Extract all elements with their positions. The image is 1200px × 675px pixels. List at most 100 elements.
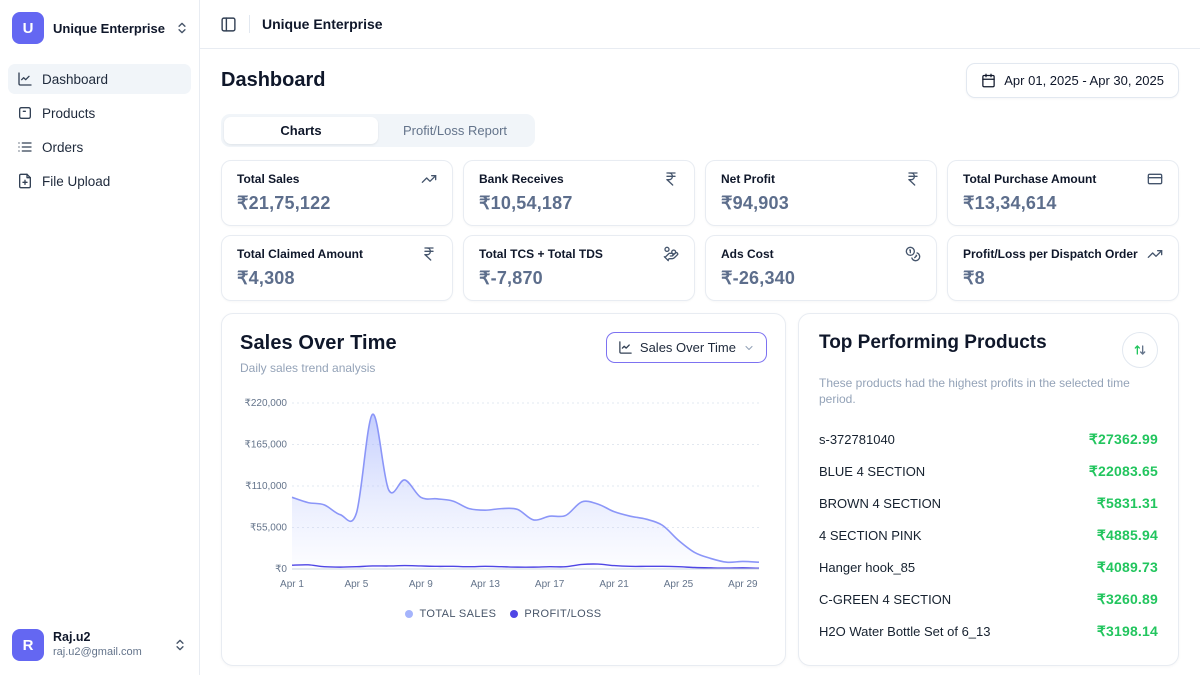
org-logo: U — [12, 12, 44, 44]
product-name: s-372781040 — [819, 432, 895, 447]
tab-charts[interactable]: Charts — [224, 117, 378, 144]
coins-icon — [905, 246, 921, 262]
package-icon — [17, 105, 33, 121]
products-list: s-372781040 ₹27362.99 BLUE 4 SECTION ₹22… — [819, 423, 1158, 647]
stat-title: Profit/Loss per Dispatch Order — [963, 247, 1138, 261]
svg-text:Apr 17: Apr 17 — [535, 579, 565, 590]
chart-title: Sales Over Time — [240, 332, 397, 355]
sidebar-item-label: File Upload — [42, 174, 110, 189]
sidebar-toggle-icon[interactable] — [220, 16, 237, 33]
product-row: BROWN 4 SECTION ₹5831.31 — [819, 487, 1158, 519]
chart-line-icon — [17, 71, 33, 87]
list-icon — [17, 139, 33, 155]
sales-chart-svg: ₹0₹55,000₹110,000₹165,000₹220,000Apr 1Ap… — [240, 389, 769, 595]
chart-legend: TOTAL SALES PROFIT/LOSS — [240, 608, 767, 620]
product-name: 4 SECTION PINK — [819, 528, 922, 543]
user-avatar: R — [12, 629, 44, 661]
product-row: 4 SECTION PINK ₹4885.94 — [819, 519, 1158, 551]
product-row: Hanger hook_85 ₹4089.73 — [819, 551, 1158, 583]
chevron-down-icon — [743, 342, 755, 354]
indian-rupee-icon — [421, 246, 437, 262]
product-name: BROWN 4 SECTION — [819, 496, 941, 511]
product-row: BLUE 4 SECTION ₹22083.65 — [819, 455, 1158, 487]
stat-title: Total Claimed Amount — [237, 247, 363, 261]
org-name: Unique Enterprise — [53, 21, 166, 36]
user-menu[interactable]: R Raj.u2 raj.u2@gmail.com — [0, 619, 199, 675]
stat-value: ₹8 — [963, 268, 1163, 289]
stat-title: Total TCS + Total TDS — [479, 247, 603, 261]
chevrons-up-down-icon — [173, 638, 187, 652]
hand-coins-icon — [663, 246, 679, 262]
stat-value: ₹10,54,187 — [479, 193, 679, 214]
svg-text:Apr 9: Apr 9 — [409, 579, 433, 590]
product-value: ₹4885.94 — [1097, 527, 1158, 544]
product-value: ₹27362.99 — [1089, 431, 1158, 448]
stat-card-tcs-tds: Total TCS + Total TDS ₹-7,870 — [463, 235, 695, 301]
stat-title: Net Profit — [721, 172, 775, 186]
page-head: Dashboard Apr 01, 2025 - Apr 30, 2025 — [221, 63, 1179, 98]
svg-text:Apr 21: Apr 21 — [599, 579, 629, 590]
product-value: ₹3260.89 — [1097, 591, 1158, 608]
legend-label: PROFIT/LOSS — [524, 608, 601, 620]
svg-text:Apr 13: Apr 13 — [471, 579, 501, 590]
sort-button[interactable] — [1122, 332, 1158, 368]
sales-chart: ₹0₹55,000₹110,000₹165,000₹220,000Apr 1Ap… — [240, 389, 767, 600]
product-row: s-372781040 ₹27362.99 — [819, 423, 1158, 455]
tab-profit-loss-report[interactable]: Profit/Loss Report — [378, 117, 532, 144]
chevrons-up-down-icon — [175, 21, 189, 35]
products-subtitle: These products had the highest profits i… — [819, 375, 1158, 407]
sidebar-item-label: Dashboard — [42, 72, 108, 87]
content: Dashboard Apr 01, 2025 - Apr 30, 2025 Ch… — [200, 49, 1200, 675]
topbar: Unique Enterprise — [200, 0, 1200, 49]
stat-title: Total Purchase Amount — [963, 172, 1096, 186]
date-range-button[interactable]: Apr 01, 2025 - Apr 30, 2025 — [966, 63, 1179, 98]
metric-select-button[interactable]: Sales Over Time — [606, 332, 767, 363]
org-switcher[interactable]: U Unique Enterprise — [0, 0, 199, 58]
stat-card-total-purchase-amount: Total Purchase Amount ₹13,34,614 — [947, 160, 1179, 226]
sidebar-item-label: Orders — [42, 140, 83, 155]
stat-card-total-sales: Total Sales ₹21,75,122 — [221, 160, 453, 226]
sidebar-item-orders[interactable]: Orders — [8, 132, 191, 162]
sidebar-spacer — [0, 202, 199, 619]
calendar-icon — [981, 73, 996, 88]
main: Unique Enterprise Dashboard Apr 01, 2025… — [200, 0, 1200, 675]
sidebar-item-dashboard[interactable]: Dashboard — [8, 64, 191, 94]
trending-up-icon — [421, 171, 437, 187]
svg-text:₹55,000: ₹55,000 — [250, 523, 287, 534]
sidebar-item-file-upload[interactable]: File Upload — [8, 166, 191, 196]
sales-over-time-panel: Sales Over Time Daily sales trend analys… — [221, 313, 786, 666]
products-title: Top Performing Products — [819, 332, 1047, 354]
svg-text:₹0: ₹0 — [275, 564, 287, 575]
user-name: Raj.u2 — [53, 630, 164, 646]
stat-value: ₹21,75,122 — [237, 193, 437, 214]
stat-title: Ads Cost — [721, 247, 774, 261]
svg-text:Apr 29: Apr 29 — [728, 579, 758, 590]
trending-up-icon — [1147, 246, 1163, 262]
date-range-label: Apr 01, 2025 - Apr 30, 2025 — [1004, 73, 1164, 88]
panels: Sales Over Time Daily sales trend analys… — [221, 313, 1179, 666]
topbar-title: Unique Enterprise — [262, 16, 383, 32]
product-row: C-GREEN 4 SECTION ₹3260.89 — [819, 583, 1158, 615]
stat-title: Total Sales — [237, 172, 299, 186]
legend-item[interactable]: TOTAL SALES — [405, 608, 496, 620]
svg-text:₹220,000: ₹220,000 — [244, 398, 287, 409]
app-root: U Unique Enterprise Dashboard Products — [0, 0, 1200, 675]
stat-card-ads-cost: Ads Cost ₹-26,340 — [705, 235, 937, 301]
stat-value: ₹4,308 — [237, 268, 437, 289]
file-plus-icon — [17, 173, 33, 189]
tab-list: Charts Profit/Loss Report — [221, 114, 535, 147]
stat-value: ₹-26,340 — [721, 268, 921, 289]
sidebar-nav: Dashboard Products Orders File Upload — [0, 58, 199, 202]
svg-text:Apr 1: Apr 1 — [280, 579, 304, 590]
sidebar-item-products[interactable]: Products — [8, 98, 191, 128]
legend-item[interactable]: PROFIT/LOSS — [510, 608, 601, 620]
stat-title: Bank Receives — [479, 172, 564, 186]
chart-subtitle: Daily sales trend analysis — [240, 361, 397, 375]
product-value: ₹22083.65 — [1089, 463, 1158, 480]
svg-text:₹110,000: ₹110,000 — [245, 481, 287, 492]
legend-dot — [405, 610, 413, 618]
page-title: Dashboard — [221, 69, 325, 92]
product-row: H2O Water Bottle Set of 6_13 ₹3198.14 — [819, 615, 1158, 647]
legend-dot — [510, 610, 518, 618]
product-value: ₹3198.14 — [1097, 623, 1158, 640]
